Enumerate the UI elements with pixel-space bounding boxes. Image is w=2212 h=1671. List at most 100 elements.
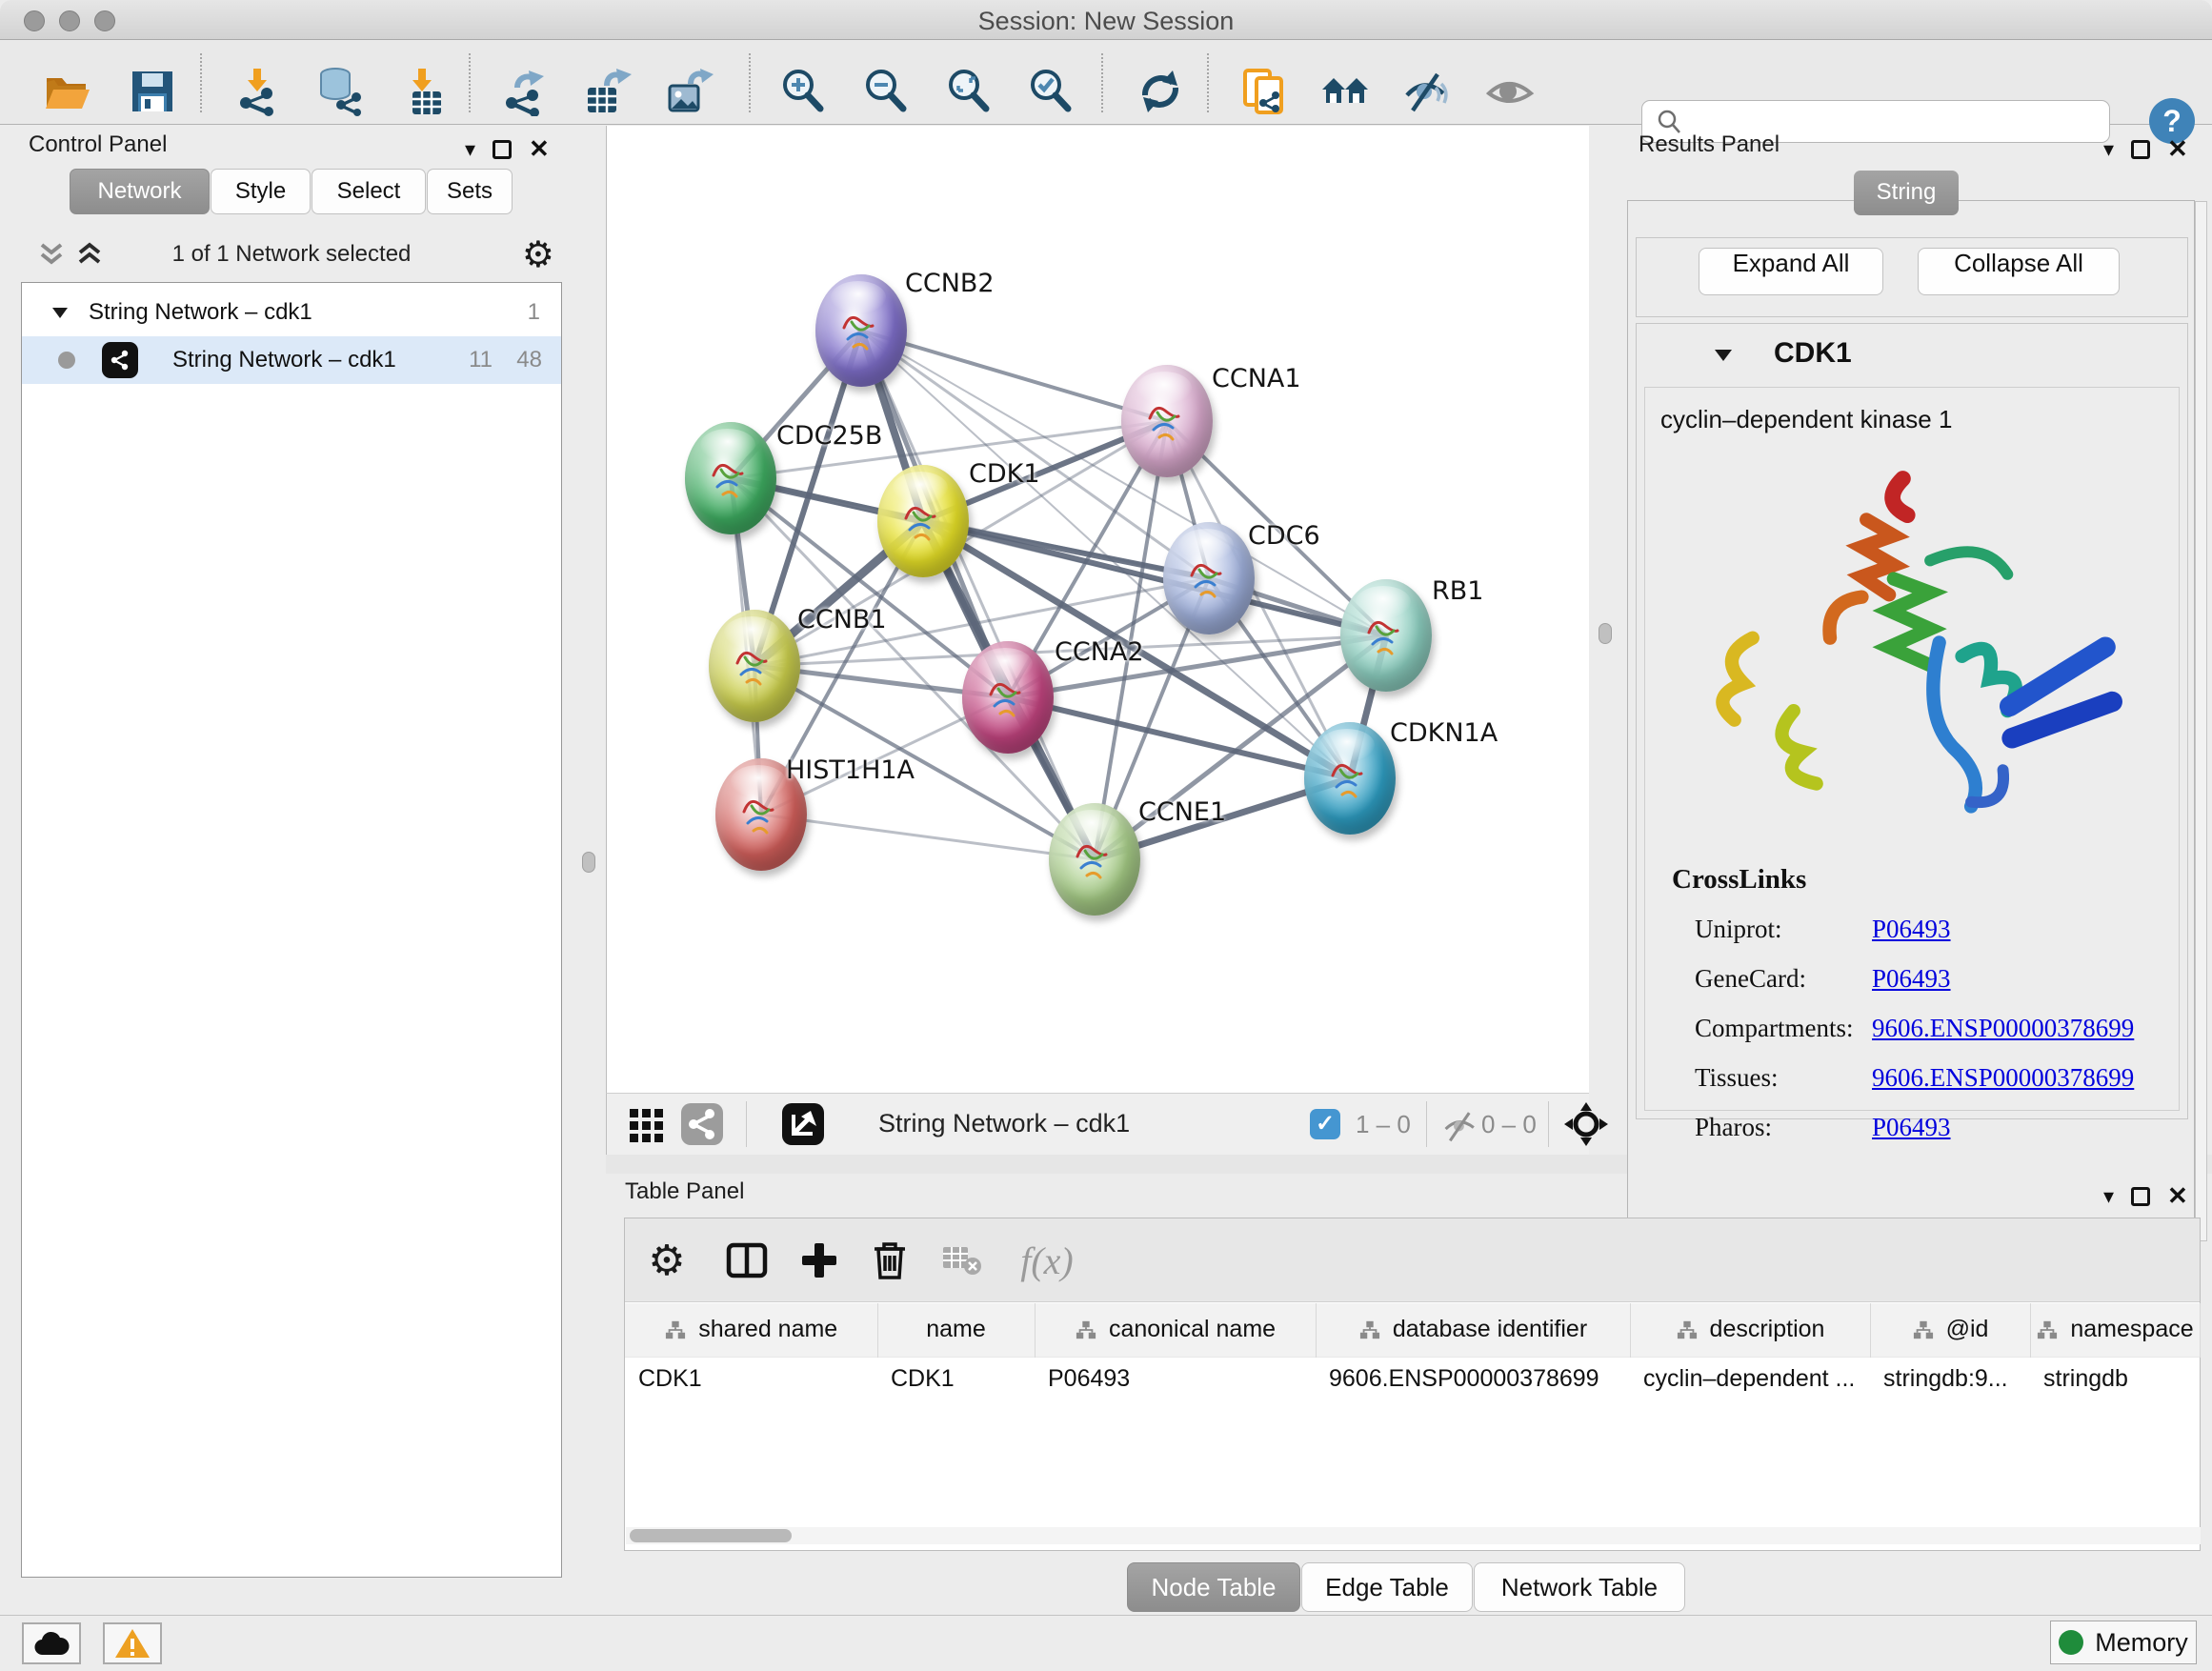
function-builder-icon[interactable]: f(x): [1004, 1236, 1090, 1285]
node-label-ccnb1: CCNB1: [797, 605, 887, 634]
crosslinks-title: CrossLinks: [1672, 864, 1806, 896]
import-table-file-icon[interactable]: [395, 65, 449, 118]
network-node-ccne1[interactable]: [1049, 803, 1140, 916]
table-cell[interactable]: stringdb: [2030, 1357, 2200, 1400]
network-node-ccna1[interactable]: [1121, 365, 1213, 477]
network-node-cdkn1a[interactable]: [1304, 722, 1396, 835]
zoom-out-icon[interactable]: [859, 65, 913, 118]
add-column-icon[interactable]: [794, 1236, 844, 1285]
tab-select[interactable]: Select: [312, 169, 426, 214]
float-panel-icon[interactable]: [2131, 1187, 2150, 1206]
network-edge[interactable]: [1008, 697, 1350, 778]
collapse-panel-icon[interactable]: ▾: [2103, 137, 2114, 162]
float-panel-icon[interactable]: [2131, 140, 2150, 159]
network-options-gear-icon[interactable]: ⚙: [522, 233, 554, 276]
close-panel-icon[interactable]: ✕: [2167, 1181, 2188, 1211]
zoom-selected-icon[interactable]: [1024, 65, 1077, 118]
close-panel-icon[interactable]: ✕: [529, 134, 550, 164]
warnings-button[interactable]: [103, 1622, 162, 1664]
network-status-dot: [58, 352, 75, 369]
zoom-in-icon[interactable]: [776, 65, 830, 118]
table-cell[interactable]: 9606.ENSP00000378699: [1316, 1357, 1630, 1400]
collapse-panel-icon[interactable]: ▾: [465, 137, 475, 162]
show-all-eye-icon[interactable]: [1483, 65, 1537, 118]
export-view-icon[interactable]: [776, 1097, 830, 1151]
table-cell[interactable]: P06493: [1035, 1357, 1316, 1400]
import-network-file-icon[interactable]: [231, 65, 284, 118]
column-header-namespace[interactable]: namespace: [2030, 1303, 2200, 1357]
left-splitter-grip[interactable]: [582, 852, 595, 873]
network-node-cdc25b[interactable]: [685, 422, 776, 534]
results-scrollbar[interactable]: [2195, 201, 2207, 1241]
column-header-name[interactable]: name: [877, 1303, 1035, 1357]
network-node-cdk1[interactable]: [877, 465, 969, 577]
network-node-cdc6[interactable]: [1163, 522, 1255, 634]
clone-network-icon[interactable]: [1237, 65, 1291, 118]
network-row-selected[interactable]: String Network – cdk1 11 48: [22, 336, 561, 384]
control-panel: Control Panel ▾ ✕ Network Style Select S…: [0, 125, 572, 1615]
table-options-gear-icon[interactable]: ⚙: [642, 1236, 692, 1285]
import-network-database-icon[interactable]: [312, 65, 366, 118]
results-content-box: Expand All Collapse All CDK1 cyclin–depe…: [1627, 200, 2195, 1240]
table-cell[interactable]: CDK1: [877, 1357, 1035, 1400]
collapse-entry-icon[interactable]: [1713, 347, 1734, 362]
selected-checkbox-icon[interactable]: ✓: [1310, 1109, 1340, 1139]
open-file-icon[interactable]: [40, 65, 93, 118]
network-share-icon[interactable]: [675, 1097, 729, 1151]
crosslink-link[interactable]: P06493: [1872, 964, 1951, 994]
export-image-icon[interactable]: [662, 65, 715, 118]
delete-table-icon[interactable]: [937, 1236, 987, 1285]
apply-layout-icon[interactable]: [1134, 65, 1187, 118]
tab-style[interactable]: Style: [211, 169, 311, 214]
close-panel-icon[interactable]: ✕: [2167, 134, 2188, 164]
save-session-icon[interactable]: [126, 65, 179, 118]
tab-node-table[interactable]: Node Table: [1127, 1562, 1300, 1612]
right-splitter-grip[interactable]: [1599, 623, 1612, 644]
gene-entry-header[interactable]: CDK1: [1637, 324, 2187, 383]
network-edge[interactable]: [861, 331, 1167, 421]
export-network-icon[interactable]: [498, 65, 552, 118]
expand-all-button[interactable]: Expand All: [1699, 248, 1883, 295]
network-edge[interactable]: [761, 815, 1095, 859]
network-node-ccna2[interactable]: [962, 641, 1054, 754]
hide-selected-icon[interactable]: [1399, 65, 1453, 118]
column-header--id[interactable]: @id: [1870, 1303, 2030, 1357]
network-collection-row[interactable]: String Network – cdk1 1: [22, 289, 561, 336]
crosslink-link[interactable]: 9606.ENSP00000378699: [1872, 1014, 2134, 1043]
float-panel-icon[interactable]: [493, 140, 512, 159]
table-cell[interactable]: cyclin–dependent ...: [1630, 1357, 1870, 1400]
network-node-ccnb1[interactable]: [709, 610, 800, 722]
tab-edge-table[interactable]: Edge Table: [1301, 1562, 1473, 1612]
network-tree: String Network – cdk1 1 String Network –…: [21, 282, 562, 1578]
show-columns-icon[interactable]: [722, 1236, 772, 1285]
memory-button[interactable]: Memory: [2050, 1621, 2197, 1664]
network-node-ccnb2[interactable]: [815, 274, 907, 387]
crosslink-link[interactable]: P06493: [1872, 1113, 1951, 1142]
network-node-rb1[interactable]: [1340, 579, 1432, 692]
first-neighbors-icon[interactable]: [1318, 65, 1372, 118]
crosslink-link[interactable]: P06493: [1872, 915, 1951, 944]
birdseye-grid-icon[interactable]: [620, 1097, 674, 1151]
collapse-all-button[interactable]: Collapse All: [1918, 248, 2120, 295]
tab-string[interactable]: String: [1854, 171, 1959, 215]
table-tabs: Node Table Edge Table Network Table: [606, 1562, 2212, 1616]
collapse-panel-icon[interactable]: ▾: [2103, 1184, 2114, 1209]
network-canvas[interactable]: CCNB2CCNA1CDC25BCDK1CDC6RB1CCNB1CCNA2CDK…: [606, 126, 1589, 1093]
table-cell[interactable]: CDK1: [625, 1357, 877, 1400]
export-table-icon[interactable]: [580, 65, 633, 118]
tab-sets[interactable]: Sets: [427, 169, 513, 214]
table-row[interactable]: CDK1CDK1P064939606.ENSP00000378699cyclin…: [625, 1357, 2200, 1400]
crosslink-link[interactable]: 9606.ENSP00000378699: [1872, 1063, 2134, 1093]
column-header-description[interactable]: description: [1630, 1303, 1870, 1357]
table-horizontal-scrollbar[interactable]: [626, 1527, 2201, 1544]
column-header-canonical-name[interactable]: canonical name: [1035, 1303, 1316, 1357]
column-header-shared-name[interactable]: shared name: [625, 1303, 877, 1357]
tab-network-table[interactable]: Network Table: [1474, 1562, 1685, 1612]
table-cell[interactable]: stringdb:9...: [1870, 1357, 2030, 1400]
cloud-status-button[interactable]: [22, 1622, 81, 1664]
fit-content-crosshair-icon[interactable]: [1559, 1097, 1613, 1151]
delete-column-icon[interactable]: [865, 1236, 915, 1285]
column-header-database-identifier[interactable]: database identifier: [1316, 1303, 1630, 1357]
zoom-fit-icon[interactable]: [942, 65, 995, 118]
tab-network[interactable]: Network: [70, 169, 210, 214]
